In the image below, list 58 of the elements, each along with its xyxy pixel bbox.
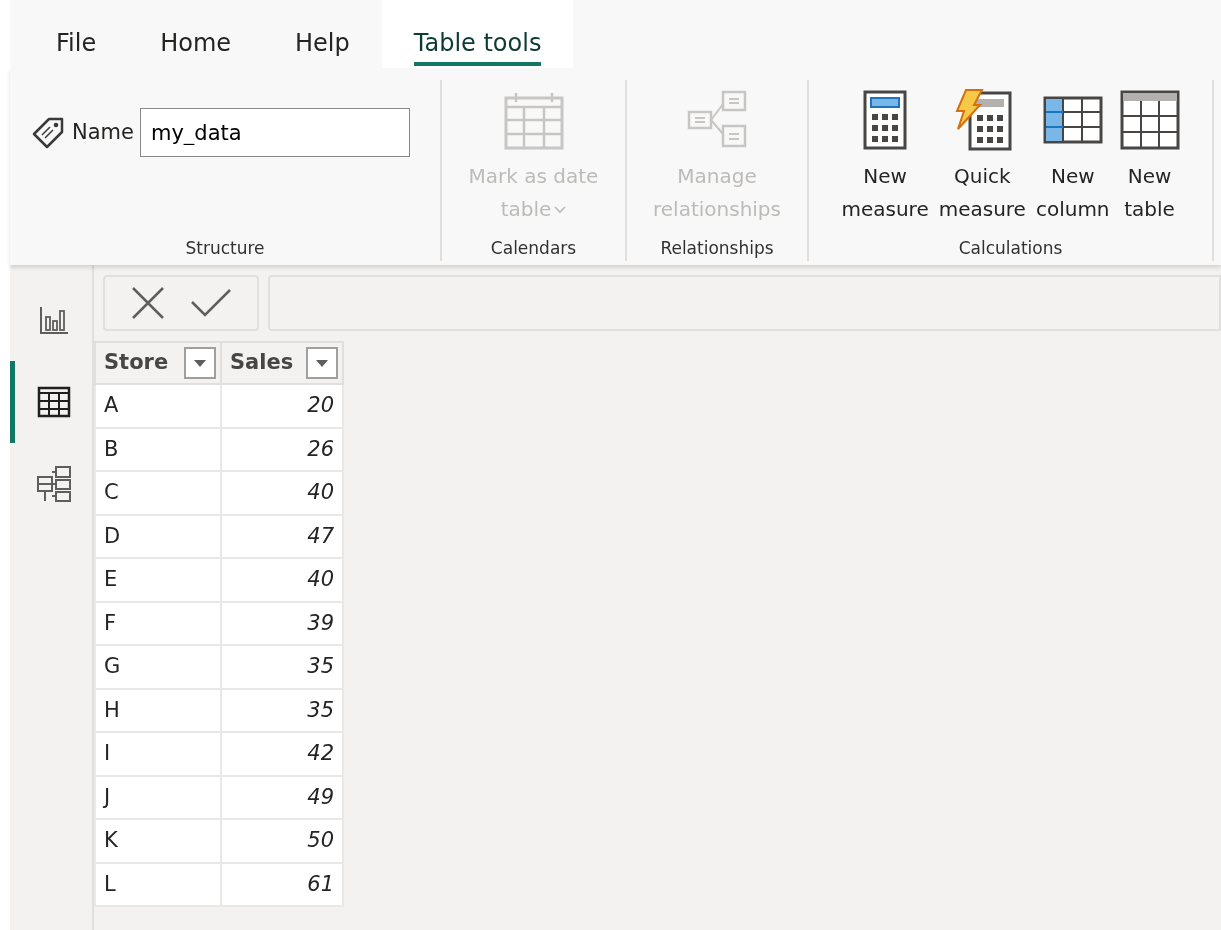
table-cell: 47 bbox=[221, 514, 343, 558]
group-label: Calculations bbox=[958, 236, 1063, 260]
ribbon-tab[interactable]: Home bbox=[128, 0, 264, 68]
tag-icon bbox=[32, 116, 66, 149]
caret-down-icon bbox=[316, 359, 328, 367]
name-label: Name bbox=[72, 118, 134, 146]
ribbon-command-button[interactable]: Quick measure bbox=[936, 80, 1028, 236]
ribbon-tab[interactable]: Help bbox=[263, 0, 382, 68]
table-cell: 49 bbox=[221, 775, 343, 819]
table-cell: 39 bbox=[221, 601, 343, 645]
group-label: Structure bbox=[185, 236, 265, 260]
table-cell: 26 bbox=[221, 427, 343, 471]
table-cell: 20 bbox=[221, 384, 343, 428]
ribbon-tab[interactable]: File bbox=[24, 0, 129, 68]
table-cell: 35 bbox=[221, 688, 343, 732]
column-table-icon bbox=[1042, 96, 1103, 144]
commit-button[interactable] bbox=[190, 288, 232, 318]
table-cell: G bbox=[95, 645, 221, 689]
table-cell: 42 bbox=[221, 732, 343, 776]
table-cell: E bbox=[95, 558, 221, 602]
table-cell: I bbox=[95, 732, 221, 776]
diagram-icon bbox=[687, 90, 747, 150]
ribbon-command-button[interactable]: New column bbox=[1033, 80, 1112, 236]
column-header: Sales bbox=[230, 349, 294, 377]
table-cell: D bbox=[95, 514, 221, 558]
table-cell: 61 bbox=[221, 862, 343, 906]
table-cell: 40 bbox=[221, 558, 343, 602]
calculator-icon bbox=[863, 90, 908, 150]
table-cell: 35 bbox=[221, 645, 343, 689]
close-icon bbox=[130, 285, 166, 321]
ribbon-command-button[interactable]: New measure bbox=[839, 80, 931, 236]
table-cell: 40 bbox=[221, 471, 343, 515]
chevron-down-icon bbox=[554, 205, 567, 214]
table-cell: 50 bbox=[221, 819, 343, 863]
filter-dropdown-button[interactable] bbox=[184, 347, 216, 379]
group-label: Relationships bbox=[660, 236, 774, 260]
table-cell: F bbox=[95, 601, 221, 645]
ribbon-command-button[interactable]: New table bbox=[1117, 80, 1182, 236]
caret-down-icon bbox=[194, 359, 206, 367]
table-cell: J bbox=[95, 775, 221, 819]
ribbon-tab[interactable]: Table tools bbox=[381, 0, 574, 68]
bar-chart-icon bbox=[39, 305, 69, 335]
table-cell: A bbox=[95, 384, 221, 428]
column-header: Store bbox=[104, 349, 169, 377]
table-cell: B bbox=[95, 427, 221, 471]
table-cell: H bbox=[95, 688, 221, 732]
table-cell: C bbox=[95, 471, 221, 515]
table-cell: L bbox=[95, 862, 221, 906]
model-diagram-icon bbox=[36, 465, 72, 503]
table-icon bbox=[37, 386, 71, 418]
check-icon bbox=[190, 288, 232, 318]
calendar-icon bbox=[503, 90, 564, 150]
filter-dropdown-button[interactable] bbox=[306, 347, 338, 379]
cancel-button[interactable] bbox=[130, 285, 166, 321]
table-cell: K bbox=[95, 819, 221, 863]
group-label: Calendars bbox=[490, 236, 577, 260]
name-input[interactable]: my_data bbox=[139, 108, 410, 157]
table-icon bbox=[1119, 90, 1180, 150]
